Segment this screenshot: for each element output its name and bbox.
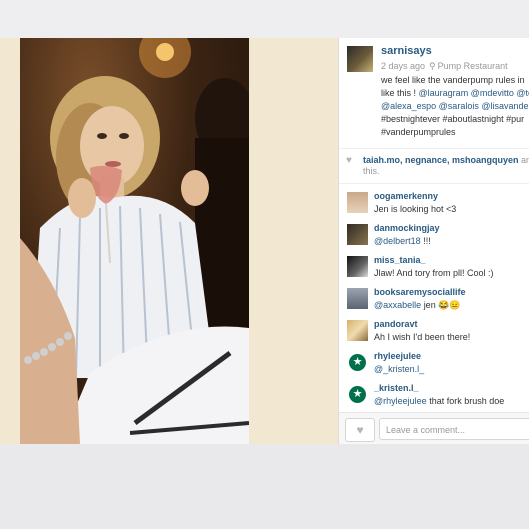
heart-icon: ♥ [346,155,352,166]
comment-username[interactable]: miss_tania_ [374,255,426,265]
blonde-avatar[interactable] [347,320,368,341]
bw-avatar[interactable] [347,256,368,277]
starbucks-icon[interactable] [347,352,368,373]
location-pin-icon: ⚲ [429,61,436,71]
top-band [0,0,529,38]
starbucks-icon[interactable] [347,384,368,405]
comment-username[interactable]: oogamerkenny [374,191,438,201]
post-caption: we feel like the vanderpump rules in lik… [381,74,529,139]
comment-username[interactable]: pandoravt [374,319,418,329]
caption-line[interactable]: @alexa_espo @saralois @lisavanderp [381,100,529,113]
comment-text: @_kristen.l_ [374,364,424,374]
landscape-avatar[interactable] [347,288,368,309]
likes-more: this. [363,166,380,176]
comment-item: miss_tania_ Jlaw! And tory from pll! Coo… [339,250,529,282]
comment-username[interactable]: rhyleejulee [374,351,421,361]
bottom-band [0,444,529,529]
caption-text: like this ! [381,88,417,98]
post-meta: 2 days ago ⚲ Pump Restaurant [381,61,508,72]
media-area [0,38,338,444]
portrait-avatar[interactable] [347,224,368,245]
author-avatar[interactable] [347,46,373,72]
comment-username[interactable]: booksaremysociallife [374,287,466,297]
comment-item: pandoravt Ah I wish I'd been there! [339,314,529,346]
comment-mention[interactable]: @_kristen.l_ [374,364,424,374]
comment-username[interactable]: _kristen.l_ [374,383,419,393]
like-button[interactable]: ♥ [345,418,375,442]
comment-text: @delbert18 !!! [374,236,431,246]
likes-section: ♥ taiah.mo, negnance, mshoangquyen and t… [339,149,529,184]
post-detail-panel: sarnisays 2 days ago ⚲ Pump Restaurant we … [338,38,529,444]
likes-names[interactable]: taiah.mo, negnance, mshoangquyen and [363,154,529,166]
caption-line: we feel like the vanderpump rules in [381,75,525,85]
comment-footer: ♥ Leave a comment... [339,412,529,444]
caption-line: #bestnightever #aboutlastnight #pur [381,114,525,124]
caption-line: #vanderpumprules [381,127,456,137]
post-header: sarnisays 2 days ago ⚲ Pump Restaurant we … [339,38,529,149]
face-avatar[interactable] [347,192,368,213]
comment-item: danmockingjay @delbert18 !!! [339,218,529,250]
comment-text: Jlaw! And tory from pll! Cool :) [374,268,494,278]
comment-input[interactable]: Leave a comment... [379,418,529,440]
comment-item: oogamerkenny Jen is looking hot <3 [339,186,529,218]
comment-mention[interactable]: @axxabelle [374,300,421,310]
author-username[interactable]: sarnisays [381,45,432,57]
comment-item: _kristen.l_ @rhyleejulee that fork brush… [339,378,529,410]
heart-icon: ♥ [356,423,364,437]
caption-mentions[interactable]: @lauragram @mdevitto @tc [419,88,529,98]
comment-text: Ah I wish I'd been there! [374,332,471,342]
caption-line: like this ! @lauragram @mdevitto @tc [381,87,529,100]
photo-illustration [20,38,249,444]
post-photo[interactable] [20,38,249,444]
comment-text: Jen is looking hot <3 [374,204,457,214]
post-location[interactable]: Pump Restaurant [438,61,508,71]
comment-mention[interactable]: @rhyleejulee [374,396,427,406]
comment-username[interactable]: danmockingjay [374,223,440,233]
comment-item: rhyleejulee @_kristen.l_ [339,346,529,378]
comment-mention[interactable]: @delbert18 [374,236,421,246]
comment-text: @axxabelle jen 😂😑 [374,300,461,310]
comment-item: booksaremysociallife @axxabelle jen 😂😑 [339,282,529,314]
post-time: 2 days ago [381,61,426,71]
comment-text: @rhyleejulee that fork brush doe [374,396,505,406]
likes-suffix: and [521,155,529,165]
